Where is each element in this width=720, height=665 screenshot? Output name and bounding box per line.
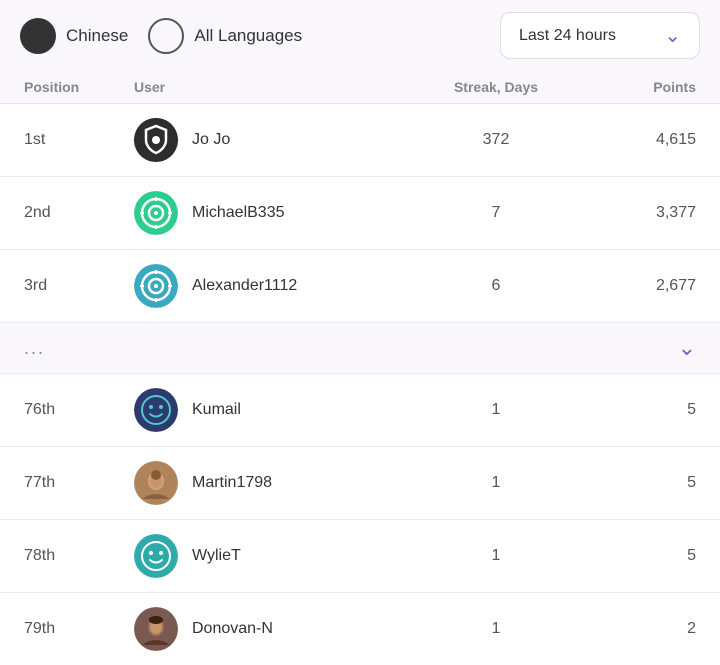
avatar-3 (134, 264, 178, 308)
position-78: 78th (24, 547, 134, 565)
points-3: 2,677 (576, 277, 696, 295)
leaderboard-table: Position User Streak, Days Points 1st Jo… (0, 71, 720, 665)
position-2: 2nd (24, 204, 134, 222)
shield-avatar-icon (134, 118, 178, 162)
table-row: 3rd Alexander1112 6 2,677 (0, 250, 720, 323)
separator-row[interactable]: ... ⌄ (0, 323, 720, 374)
user-cell-76: Kumail (134, 388, 416, 432)
smiley2-avatar-icon (134, 534, 178, 578)
header-position: Position (24, 79, 134, 95)
streak-3: 6 (416, 277, 576, 295)
table-row: 76th Kumail 1 5 (0, 374, 720, 447)
points-79: 2 (576, 620, 696, 638)
time-filter-dropdown[interactable]: Last 24 hours ⌄ (500, 12, 700, 59)
header-streak: Streak, Days (416, 79, 576, 95)
username-3: Alexander1112 (192, 277, 297, 295)
photo2-avatar-icon (134, 607, 178, 651)
streak-1: 372 (416, 131, 576, 149)
all-languages-label: All Languages (194, 26, 302, 46)
username-79: Donovan-N (192, 620, 273, 638)
streak-76: 1 (416, 401, 576, 419)
expand-chevron-icon[interactable]: ⌄ (678, 335, 696, 361)
all-languages-radio[interactable] (148, 18, 184, 54)
table-row: 79th Donovan-N 1 2 (0, 593, 720, 665)
position-79: 79th (24, 620, 134, 638)
target-avatar-icon (134, 191, 178, 235)
streak-78: 1 (416, 547, 576, 565)
target2-avatar-icon (134, 264, 178, 308)
user-cell-77: Martin1798 (134, 461, 416, 505)
user-cell-1: Jo Jo (134, 118, 416, 162)
avatar-79 (134, 607, 178, 651)
table-row: 2nd MichaelB335 7 3,377 (0, 177, 720, 250)
chinese-label: Chinese (66, 26, 128, 46)
chinese-radio[interactable] (20, 18, 56, 54)
position-1: 1st (24, 131, 134, 149)
dropdown-label: Last 24 hours (519, 27, 616, 45)
username-77: Martin1798 (192, 474, 272, 492)
streak-79: 1 (416, 620, 576, 638)
username-2: MichaelB335 (192, 204, 285, 222)
header-user: User (134, 79, 416, 95)
points-76: 5 (576, 401, 696, 419)
points-1: 4,615 (576, 131, 696, 149)
top-bar: Chinese All Languages Last 24 hours ⌄ (0, 0, 720, 71)
table-row: 77th Martin1798 1 5 (0, 447, 720, 520)
photo-avatar-icon (134, 461, 178, 505)
position-77: 77th (24, 474, 134, 492)
username-78: WylieT (192, 547, 241, 565)
avatar-77 (134, 461, 178, 505)
chinese-filter[interactable]: Chinese (20, 18, 128, 54)
smiley-avatar-icon (134, 388, 178, 432)
avatar-76 (134, 388, 178, 432)
streak-77: 1 (416, 474, 576, 492)
table-header: Position User Streak, Days Points (0, 71, 720, 104)
points-78: 5 (576, 547, 696, 565)
user-cell-78: WylieT (134, 534, 416, 578)
user-cell-2: MichaelB335 (134, 191, 416, 235)
avatar-2 (134, 191, 178, 235)
points-77: 5 (576, 474, 696, 492)
all-languages-filter[interactable]: All Languages (148, 18, 302, 54)
table-row: 1st Jo Jo 372 4,615 (0, 104, 720, 177)
username-1: Jo Jo (192, 131, 230, 149)
avatar-78 (134, 534, 178, 578)
username-76: Kumail (192, 401, 241, 419)
ellipsis: ... (24, 338, 45, 359)
streak-2: 7 (416, 204, 576, 222)
user-cell-79: Donovan-N (134, 607, 416, 651)
position-3: 3rd (24, 277, 134, 295)
chevron-down-icon: ⌄ (664, 23, 681, 48)
points-2: 3,377 (576, 204, 696, 222)
header-points: Points (576, 79, 696, 95)
avatar-1 (134, 118, 178, 162)
user-cell-3: Alexander1112 (134, 264, 416, 308)
position-76: 76th (24, 401, 134, 419)
